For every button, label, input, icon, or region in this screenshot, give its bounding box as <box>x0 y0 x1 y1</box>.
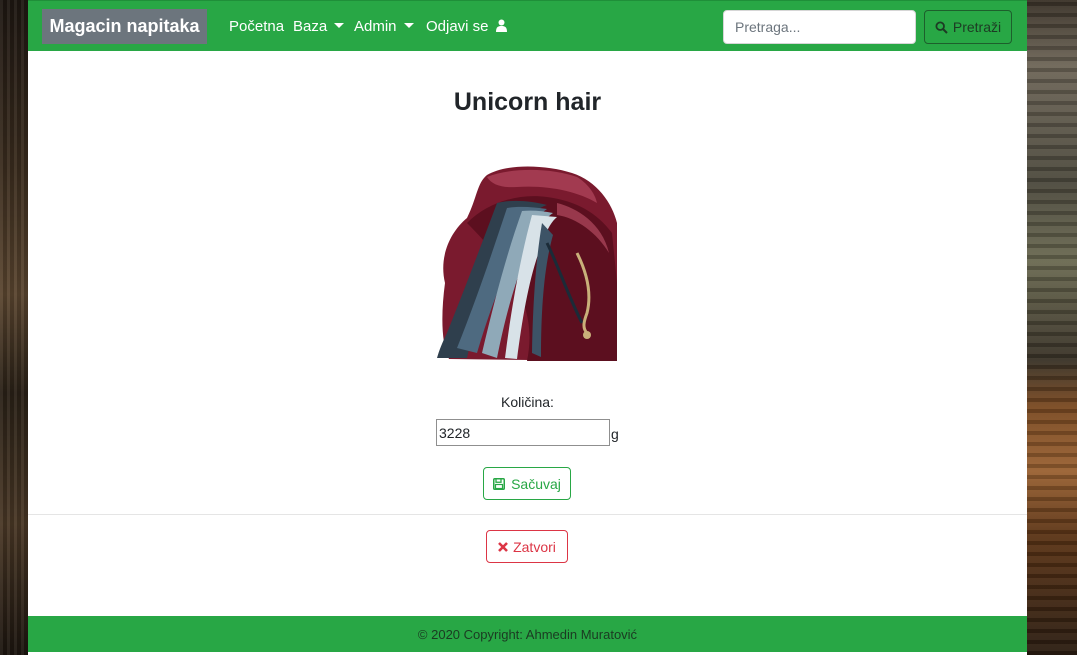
nav-logout[interactable]: Odjavi se <box>426 18 507 36</box>
close-button[interactable]: Zatvori <box>486 530 568 563</box>
nav-logout-label: Odjavi se <box>426 18 489 35</box>
nav-baza-dropdown[interactable]: Baza <box>293 18 345 36</box>
search-input[interactable] <box>723 10 916 44</box>
quantity-label: Količina: <box>501 394 554 410</box>
caret-down-icon <box>403 23 414 28</box>
close-icon <box>498 541 509 552</box>
main-page: Magacin napitaka Početna Baza Admin Odja… <box>28 0 1027 655</box>
item-image <box>437 166 617 361</box>
nav-baza-label: Baza <box>293 18 328 35</box>
navbar: Magacin napitaka Početna Baza Admin Odja… <box>28 0 1027 51</box>
brand-logo[interactable]: Magacin napitaka <box>42 9 207 44</box>
search-icon <box>935 20 948 34</box>
nav-admin-dropdown[interactable]: Admin <box>354 18 414 36</box>
save-button[interactable]: Sačuvaj <box>483 467 571 500</box>
background-left <box>0 0 28 655</box>
search-button-label: Pretraži <box>952 19 1002 35</box>
save-icon <box>493 477 506 490</box>
footer-copyright: © 2020 Copyright: Ahmedin Muratović <box>417 627 638 642</box>
search-button[interactable]: Pretraži <box>924 10 1012 44</box>
nav-admin-label: Admin <box>354 18 397 35</box>
caret-down-icon <box>334 23 345 28</box>
nav-home[interactable]: Početna <box>229 18 284 36</box>
background-right <box>1027 0 1077 655</box>
modal-divider <box>28 514 1027 515</box>
quantity-unit: g <box>611 426 619 442</box>
page-title: Unicorn hair <box>453 88 602 116</box>
nav-home-label: Početna <box>229 18 285 35</box>
footer: © 2020 Copyright: Ahmedin Muratović <box>28 616 1027 652</box>
close-button-label: Zatvori <box>513 538 556 555</box>
user-icon <box>495 19 507 32</box>
quantity-input[interactable] <box>436 419 610 446</box>
save-button-label: Sačuvaj <box>511 475 561 492</box>
